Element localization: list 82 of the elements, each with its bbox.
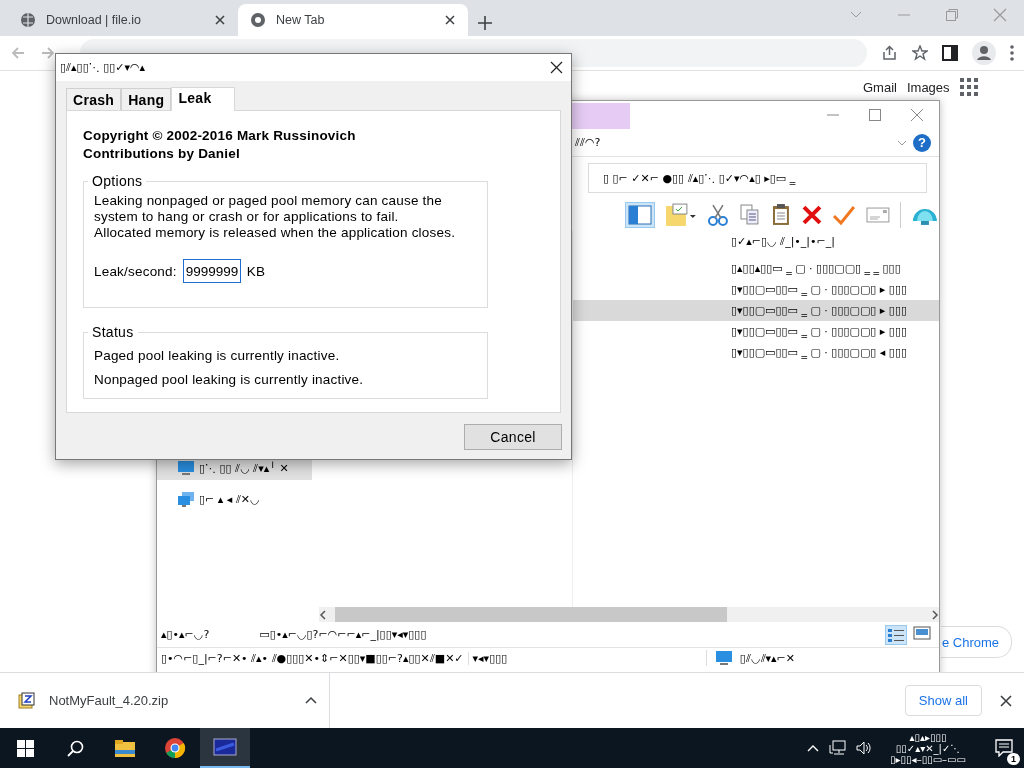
search-icon — [66, 739, 84, 757]
group-label: Status — [91, 324, 135, 340]
header-label: ⫽⫽◠? — [575, 136, 601, 149]
tree-item[interactable]: ▯⌐ ▴ ◂ ⫽✕◡ — [157, 487, 312, 511]
group-label: Options — [91, 173, 144, 189]
taskbar-app[interactable] — [200, 728, 250, 768]
folder-icon — [114, 738, 136, 758]
list-row[interactable]: ▯▾▯▯▢▭▯▯▭ ‗ ▢ · ▯▯▯▢▢▯ ◂ ▯▯▯ — [573, 342, 939, 363]
leak-rate-field[interactable]: 9999999 — [182, 259, 241, 283]
copyright-text: Copyright © 2002-2016 Mark Russinovich — [83, 127, 357, 145]
description-text: Leaking nonpaged or paged pool memory can cause the system to hang or crash or for applications to fail. — [94, 193, 443, 225]
menu-icon[interactable] — [1010, 44, 1014, 62]
cancel-button[interactable]: Cancel — [464, 424, 562, 450]
avatar-icon[interactable] — [972, 41, 996, 65]
status-bar-text: ▯⫽◡⫽▾▴⌐✕ — [738, 651, 796, 665]
status-text: Nonpaged pool leaking is currently inactive. — [94, 372, 365, 388]
list-row[interactable]: ▯▾▯▯▢▭▯▯▭ ‗ ▢ · ▯▯▯▢▢▯ ▸ ▯▯▯ — [573, 300, 939, 321]
delete-icon[interactable] — [800, 204, 823, 226]
monitor-icon — [714, 650, 733, 666]
chevron-up-icon[interactable] — [305, 696, 317, 705]
notification-badge: 1 — [1007, 753, 1020, 765]
credits-text: Contributions by Daniel — [83, 145, 241, 163]
tab[interactable]: Hang — [121, 88, 172, 110]
scroll-right-icon[interactable] — [931, 609, 939, 620]
window-title: ▯⫽▴▯▯⋱ ▯▯✓▾◠▴ — [60, 61, 147, 74]
notification-icon[interactable] — [995, 739, 1013, 757]
customize-button[interactable]: e Chrome — [941, 626, 1013, 658]
side-panel-icon[interactable] — [942, 45, 958, 61]
maximize-icon[interactable] — [869, 109, 881, 121]
highlight-block — [572, 103, 630, 129]
column-header[interactable]: ▯✓▴⌐▯◡ ⫽_|•_|•⌐_| — [573, 231, 939, 252]
close-icon[interactable] — [444, 14, 456, 26]
tab[interactable]: Leak — [171, 87, 235, 111]
share-icon[interactable] — [881, 45, 898, 61]
field-label: Leak/second: — [94, 263, 177, 279]
properties-icon[interactable] — [665, 203, 697, 227]
scissors-icon[interactable] — [706, 203, 729, 227]
status-bar-text: ▯•◠⌐▯_|⌐?⌐✕• ⫽▴• ⫽●▯▯▯✕•⇕⌐✕▯▯▾■▯▯⌐?▴▯▯✕⫽■✕✓ — [160, 651, 465, 665]
zip-file-icon — [18, 692, 35, 709]
header-link[interactable]: Gmail — [863, 79, 897, 95]
show-all-button[interactable]: Show all — [904, 685, 982, 716]
network-icon[interactable] — [829, 740, 847, 756]
checkmark-icon[interactable] — [832, 204, 857, 226]
clipboard-icon[interactable] — [770, 203, 791, 227]
details-view-button[interactable] — [885, 624, 907, 645]
star-icon[interactable] — [912, 45, 928, 61]
status-bar-text: ▾◂▾▯▯▯ — [467, 651, 512, 665]
list-row[interactable]: ▯▾▯▯▢▭▯▯▭ ‗ ▢ · ▯▯▯▢▢▯ ▸ ▯▯▯ — [573, 279, 939, 300]
clock[interactable]: ▴▯▴▸▯▯▯ ▯▯✓▴▾✕_|✓⋱ ▯▸▯▯◂–▯▯▭–▭▭ — [882, 731, 974, 765]
status-text: ▴▯•▴⌐◡? — [161, 628, 210, 641]
network-icon — [177, 491, 195, 507]
app-window-icon — [213, 736, 237, 758]
tab[interactable]: Crash — [66, 88, 122, 110]
clock-text: ▯▯✓▴▾✕_|✓⋱ — [895, 742, 961, 754]
list-row[interactable]: ▯▴▯▯▴▯▯▭ ‗ ▢ · ▯▯▯▢▢▯ ‗ ‗ ▯▯▯ — [573, 258, 939, 279]
volume-icon[interactable] — [856, 740, 873, 756]
status-text: Paged pool leaking is currently inactive. — [94, 348, 341, 364]
close-icon[interactable] — [214, 14, 226, 26]
plus-icon[interactable] — [478, 16, 492, 30]
scroll-left-icon[interactable] — [319, 609, 327, 620]
unit-label: KB — [246, 263, 266, 279]
apps-grid-icon[interactable] — [959, 78, 978, 96]
copy-icon[interactable] — [738, 203, 761, 227]
note-text: Allocated memory is released when the application closes. — [94, 225, 457, 241]
list-row[interactable]: ▯▾▯▯▢▭▯▯▭ ‗ ▢ · ▯▯▯▢▢▯ ▸ ▯▯▯ — [573, 321, 939, 342]
forward-icon[interactable] — [40, 45, 56, 61]
clock-text: ▴▯▴▸▯▯▯ — [909, 731, 947, 743]
scrollbar-thumb[interactable] — [335, 607, 727, 622]
details-icon — [887, 626, 905, 643]
status-text: ▭▯•▴⌐◡▯?⌐◠⌐⌐▴⌐_|▯▯▾◂▾▯▯▯ — [259, 628, 427, 641]
browser-tab[interactable]: Download | file.io — [8, 4, 238, 36]
header-link[interactable]: Images — [906, 79, 950, 95]
help-button[interactable]: ? — [913, 133, 931, 152]
globe-icon — [20, 12, 36, 28]
windows-icon — [16, 739, 34, 757]
chrome-icon — [164, 737, 186, 759]
chrome-icon — [250, 12, 266, 28]
browser-tab[interactable]: New Tab — [238, 4, 468, 36]
close-icon[interactable] — [1000, 694, 1012, 707]
close-icon[interactable] — [550, 61, 563, 74]
preview-icon[interactable] — [913, 624, 931, 641]
address-field[interactable]: ▯ ▯⌐ ✓✕⌐ ●▯▯ ⫽▴▯⋱ ▯✓▾◠▴▯ ▸▯▭ ‗ — [588, 163, 927, 193]
